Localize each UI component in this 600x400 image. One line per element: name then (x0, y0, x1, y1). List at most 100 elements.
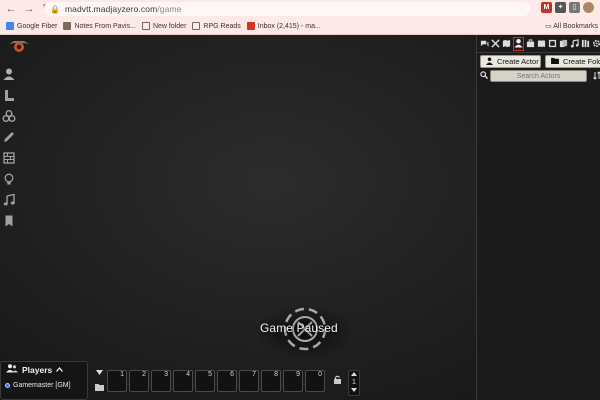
sound-icon[interactable] (2, 193, 16, 208)
create-actor-label: Create Actor (497, 57, 539, 66)
sidebar-panel-icon[interactable]: ▯ (569, 2, 580, 13)
sidebar-tabs (477, 37, 600, 51)
create-folder-label: Create Folder (563, 57, 600, 66)
macro-slot[interactable]: 5 (195, 370, 215, 392)
players-header[interactable]: Players (6, 364, 64, 375)
macro-slot[interactable]: 0 (305, 370, 325, 392)
slot-number: 8 (274, 371, 278, 378)
bookmark-rpg-reads[interactable]: RPG Reads (192, 22, 241, 30)
player-color-indicator (5, 383, 10, 388)
macro-slot[interactable]: 1 (107, 370, 127, 392)
macro-slot[interactable]: 6 (217, 370, 237, 392)
slot-number: 5 (208, 371, 212, 378)
bookmark-notes-from-pavis[interactable]: Notes From Pavis... (63, 22, 136, 30)
bookmarks-bar: Google Fiber Notes From Pavis... New fol… (0, 19, 600, 33)
scenes-tab-icon[interactable] (502, 39, 511, 50)
macro-folder-icon[interactable] (93, 383, 105, 394)
folder-icon (192, 22, 201, 30)
profile-avatar[interactable] (583, 2, 594, 13)
google-icon (6, 22, 14, 30)
slot-number: 3 (164, 371, 168, 378)
players-title: Players (22, 364, 53, 375)
tables-tab-icon[interactable] (548, 39, 557, 50)
macro-slot[interactable]: 2 (129, 370, 149, 392)
bookmark-label: Inbox (2,415) - ma... (257, 22, 321, 30)
search-icon (480, 71, 490, 81)
forward-icon[interactable]: → (22, 2, 36, 16)
compendium-tab-icon[interactable] (581, 39, 590, 50)
bookmark-new-folder[interactable]: New folder (141, 22, 187, 30)
hotbar-page-number: 1 (352, 379, 356, 386)
extension-icon[interactable]: M (541, 2, 552, 13)
hotbar-controls (93, 370, 105, 396)
search-actors-input[interactable] (490, 70, 587, 82)
folder-icon (141, 22, 150, 30)
create-actor-button[interactable]: Create Actor (480, 55, 541, 68)
macro-slot[interactable]: 7 (239, 370, 259, 392)
user-icon (486, 57, 493, 67)
playlists-tab-icon[interactable] (570, 38, 579, 50)
sidebar: Create Actor Create Folder (476, 35, 600, 400)
page-down-icon[interactable] (349, 387, 359, 395)
all-bookmarks[interactable]: ▭ All Bookmarks (545, 22, 598, 30)
slot-number: 7 (252, 371, 256, 378)
lock-icon: 🔒 (50, 4, 60, 14)
player-name: Gamemaster [GM] (13, 382, 71, 389)
address-bar[interactable]: 🔒 madvtt.madjayzero.com/game (44, 2, 530, 16)
foundry-logo-icon[interactable] (8, 38, 30, 54)
slot-number: 4 (186, 371, 190, 378)
extension-puzzle-icon[interactable]: ✦ (555, 2, 566, 13)
combat-tab-icon[interactable] (491, 38, 500, 50)
slot-number: 6 (230, 371, 234, 378)
tabs-divider (477, 52, 600, 53)
chat-tab-icon[interactable] (480, 39, 489, 50)
hotbar-page-control[interactable]: 1 (348, 370, 360, 396)
chevron-up-icon[interactable] (56, 365, 64, 374)
bookmark-google-fiber[interactable]: Google Fiber (6, 22, 57, 30)
walls-icon[interactable] (2, 151, 16, 166)
address-row: ← → ↻ 🔒 madvtt.madjayzero.com/game M ✦ ▯ (0, 0, 600, 18)
game-paused-label: Game Paused (260, 321, 338, 335)
macro-slot[interactable]: 3 (151, 370, 171, 392)
bookmark-label: RPG Reads (203, 22, 241, 30)
sort-icon[interactable] (593, 70, 600, 82)
users-icon (6, 364, 18, 375)
token-controls-icon[interactable] (2, 67, 16, 82)
page-up-icon[interactable] (349, 371, 359, 379)
create-folder-button[interactable]: Create Folder (545, 55, 600, 68)
cards-tab-icon[interactable] (559, 39, 568, 50)
lighting-icon[interactable] (2, 172, 16, 187)
browser-chrome: ← → ↻ 🔒 madvtt.madjayzero.com/game M ✦ ▯… (0, 0, 600, 35)
settings-tab-icon[interactable] (592, 39, 600, 50)
macro-slot[interactable]: 4 (173, 370, 193, 392)
bookmark-label: Notes From Pavis... (74, 22, 136, 30)
back-icon[interactable]: ← (4, 2, 18, 16)
url-path: /game (157, 4, 182, 14)
macro-slot[interactable]: 9 (283, 370, 303, 392)
slot-number: 9 (296, 371, 300, 378)
items-tab-icon[interactable] (526, 38, 535, 50)
notes-icon[interactable] (2, 214, 16, 229)
actor-search-row (480, 70, 600, 82)
tile-controls-icon[interactable] (2, 109, 16, 124)
actors-tab-icon[interactable] (513, 37, 524, 51)
bookmark-label: New folder (152, 22, 187, 30)
measure-controls-icon[interactable] (2, 88, 16, 103)
player-list-item: Gamemaster [GM] (5, 382, 71, 389)
actor-header-actions: Create Actor Create Folder (480, 55, 600, 68)
bookmark-inbox[interactable]: Inbox (2,415) - ma... (246, 22, 321, 30)
extension-area: M ✦ ▯ (541, 2, 594, 13)
hotbar-collapse-icon[interactable] (93, 370, 105, 381)
players-panel[interactable]: Players Gamemaster [GM] (0, 361, 88, 400)
slot-number: 0 (318, 371, 322, 378)
gmail-icon (246, 22, 255, 30)
journal-tab-icon[interactable] (537, 39, 546, 50)
page-icon (63, 22, 72, 30)
slot-number: 2 (142, 371, 146, 378)
macro-hotbar: 1 2 3 4 5 6 7 8 9 0 (107, 370, 325, 392)
hotbar-lock-icon[interactable] (333, 375, 342, 386)
url-host: madvtt.madjayzero.com (64, 4, 158, 14)
bookmark-label: Google Fiber (17, 22, 58, 30)
drawing-tools-icon[interactable] (2, 130, 16, 145)
macro-slot[interactable]: 8 (261, 370, 281, 392)
